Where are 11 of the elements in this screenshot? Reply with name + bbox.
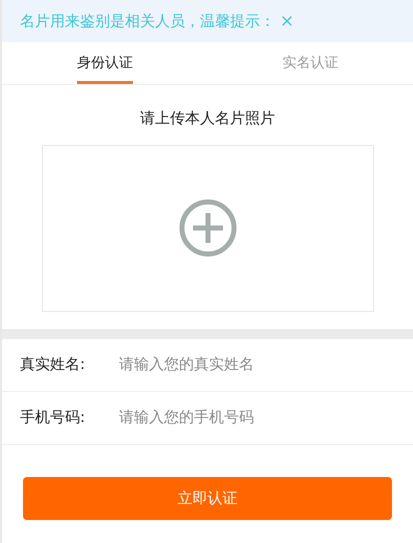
- input-field[interactable]: 请输入您的手机号码: [119, 406, 395, 429]
- add-icon: [178, 199, 236, 257]
- upload-area[interactable]: [42, 144, 374, 312]
- submit-button[interactable]: 立即认证: [23, 476, 392, 520]
- upload-title: 请上传本人名片照片: [140, 108, 275, 129]
- field-label: 真实姓名:: [20, 354, 86, 376]
- field-label: 手机号码:: [20, 407, 86, 428]
- tab[interactable]: 身份认证: [2, 42, 208, 84]
- input-field[interactable]: 请输入您的真实姓名: [119, 353, 395, 376]
- tab[interactable]: 实名认证: [208, 42, 413, 84]
- notice-text: 名片用来鉴别是相关人员，温馨提示：: [20, 10, 275, 32]
